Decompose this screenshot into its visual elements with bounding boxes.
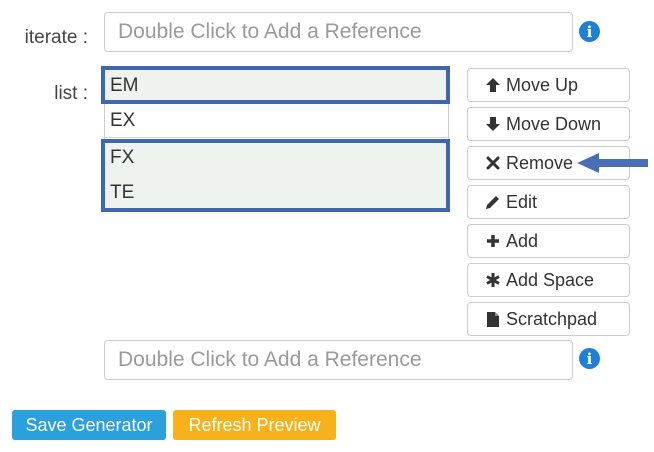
info-icon[interactable]: i — [579, 21, 600, 42]
scratchpad-button[interactable]: Scratchpad — [467, 302, 630, 336]
add-space-label: Add Space — [506, 269, 595, 290]
file-icon — [484, 311, 502, 328]
plus-icon — [484, 234, 502, 248]
iterate-reference-input[interactable] — [104, 12, 573, 52]
move-up-label: Move Up — [506, 74, 579, 95]
edit-button[interactable]: Edit — [467, 185, 630, 219]
arrow-down-icon — [484, 116, 502, 132]
arrow-up-icon — [484, 77, 502, 93]
move-down-button[interactable]: Move Down — [467, 107, 630, 141]
list-item[interactable]: EM — [105, 68, 448, 103]
list-item[interactable]: FX — [105, 140, 448, 175]
edit-label: Edit — [506, 191, 538, 212]
pointer-arrow-icon — [577, 153, 648, 173]
list-item[interactable]: EX — [105, 103, 448, 138]
iterate-label: iterate : — [24, 27, 88, 48]
list-item[interactable]: TE — [105, 175, 448, 210]
add-space-button[interactable]: Add Space — [467, 263, 630, 297]
move-up-button[interactable]: Move Up — [467, 68, 630, 102]
add-label: Add — [506, 230, 539, 251]
reference-input[interactable] — [104, 340, 573, 380]
refresh-preview-button[interactable]: Refresh Preview — [173, 410, 336, 440]
asterisk-icon — [484, 272, 502, 288]
list-box[interactable]: EM EX FX TE — [104, 67, 449, 212]
pencil-icon — [484, 194, 502, 210]
list-label: list : — [54, 83, 88, 104]
close-icon — [484, 156, 502, 170]
save-generator-button[interactable]: Save Generator — [12, 410, 166, 440]
info-icon[interactable]: i — [579, 348, 600, 369]
scratchpad-label: Scratchpad — [506, 308, 598, 329]
move-down-label: Move Down — [506, 113, 602, 134]
remove-label: Remove — [506, 152, 574, 173]
add-button[interactable]: Add — [467, 224, 630, 258]
